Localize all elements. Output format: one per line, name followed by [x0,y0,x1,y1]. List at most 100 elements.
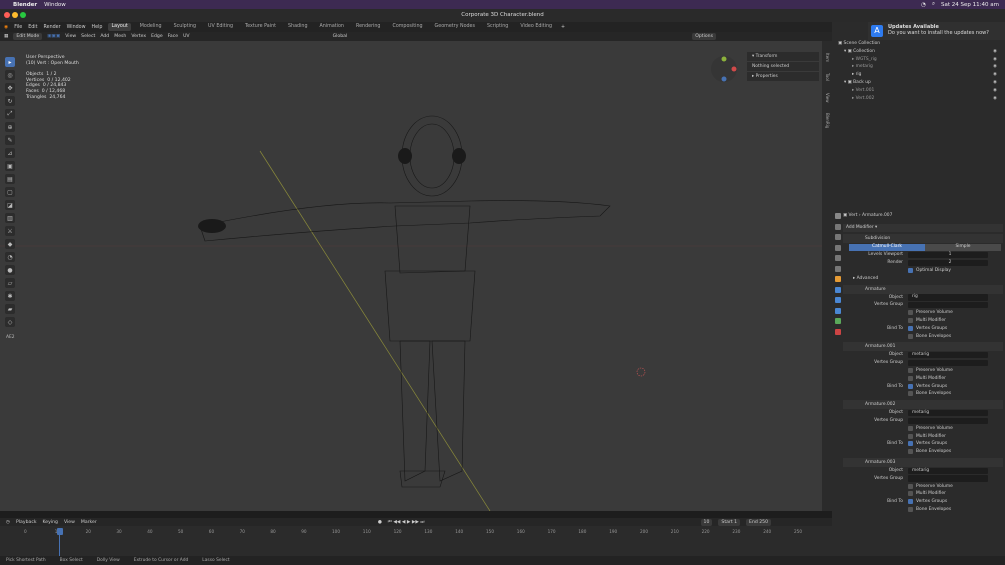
data-tab-icon[interactable] [835,318,841,324]
multi-modifier-row[interactable]: Multi Modifier [843,375,1003,383]
menu-view[interactable]: View [65,34,76,39]
multi-modifier-row[interactable]: Multi Modifier [843,490,1003,498]
select-tool-icon[interactable]: ▸ [5,57,15,67]
levels-viewport-field[interactable]: 1 [908,251,988,259]
tab-item[interactable]: Item [825,53,830,62]
tab-tool[interactable]: Tool [825,73,830,81]
menu-help[interactable]: Help [92,25,103,30]
play-controls[interactable]: ⏮ ◀◀ ◀ ▶ ▶▶ ⏭ [388,519,425,525]
outliner-row[interactable]: ▾ ▣ Back up ◉ [838,79,1003,87]
wifi-icon[interactable]: ◔ [921,2,926,8]
object-field[interactable]: rig [908,294,988,301]
preserve-volume-checkbox[interactable] [908,367,913,373]
preserve-volume-row[interactable]: Preserve Volume [843,309,1003,317]
zoom-window-button[interactable] [20,12,26,18]
menu-vertex[interactable]: Vertex [131,34,146,39]
start-frame-field[interactable]: Start 1 [718,518,741,526]
tab-blenrig[interactable]: BlenRig [825,113,830,128]
preserve-volume-row[interactable]: Preserve Volume [843,425,1003,433]
close-window-button[interactable] [4,12,10,18]
knife-tool-icon[interactable]: ⚔ [5,226,15,236]
tab-sculpting[interactable]: Sculpting [171,23,199,31]
vertex-group-field[interactable] [908,475,988,482]
loop-cut-tool-icon[interactable]: ▥ [5,213,15,223]
transform-tool-icon[interactable]: ⊕ [5,122,15,132]
timeline-ruler[interactable]: 0102030405060708090100110120130140150160… [0,529,832,537]
menu-add[interactable]: Add [100,34,109,39]
clock-icon[interactable]: ◷ [6,520,10,525]
eye-icon[interactable]: ◉ [993,87,997,95]
modifier-header[interactable]: Armature.003 [843,457,1003,467]
bone-envelopes-row[interactable]: Bone Envelopes [843,390,1003,398]
eye-icon[interactable]: ◉ [993,79,997,87]
inset-tool-icon[interactable]: ▢ [5,187,15,197]
object-field[interactable]: metarig [908,409,988,417]
eye-icon[interactable]: ◉ [993,95,997,103]
preserve-volume-row[interactable]: Preserve Volume [843,367,1003,375]
eye-icon[interactable]: ◉ [993,71,997,79]
vertex-group-field[interactable] [908,359,988,367]
outliner-row[interactable]: ▾ ▣ Collection ◉ [838,48,1003,56]
current-frame-field[interactable]: 10 [700,518,713,526]
poly-build-tool-icon[interactable]: ◆ [5,239,15,249]
multi-modifier-checkbox[interactable] [908,491,913,497]
menu-playback[interactable]: Playback [16,520,37,525]
tab-geometry-nodes[interactable]: Geometry Nodes [432,23,478,31]
bone-envelopes-checkbox[interactable] [908,391,913,397]
preserve-volume-row[interactable]: Preserve Volume [843,483,1003,491]
simple-button[interactable]: Simple [925,244,1001,251]
material-tab-icon[interactable] [835,328,841,335]
menu-window[interactable]: Window [67,25,86,30]
blender-logo-icon[interactable]: ◉ [4,25,8,30]
datetime[interactable]: Sat 24 Sep 11:40 am [941,2,999,8]
tab-layout[interactable]: Layout [108,23,131,31]
tab-shading[interactable]: Shading [285,23,311,31]
preserve-volume-checkbox[interactable] [908,483,913,489]
minimize-window-button[interactable] [12,12,18,18]
select-mode-icons[interactable]: ▣▣▣ [47,34,60,39]
tab-uv-editing[interactable]: UV Editing [205,23,236,31]
tab-compositing[interactable]: Compositing [389,23,425,31]
preserve-volume-checkbox[interactable] [908,425,913,431]
cursor-tool-icon[interactable]: ◎ [5,70,15,80]
render-tab-icon[interactable] [835,223,841,230]
eye-icon[interactable]: ◉ [993,48,997,56]
editor-type-icon[interactable]: ▦ [4,34,8,39]
transform-panel[interactable]: ▾ Transform [747,52,819,61]
vertex-group-field[interactable] [908,417,988,425]
object-field[interactable]: metarig [908,467,988,475]
view-layer-tab-icon[interactable] [835,244,841,251]
modifier-header[interactable]: Armature.001 [843,342,1003,352]
vertex-groups-checkbox[interactable] [908,441,913,447]
properties-panel[interactable]: ▸ Properties [747,72,819,81]
smooth-tool-icon[interactable]: ● [5,265,15,275]
tab-rendering[interactable]: Rendering [353,23,384,31]
scene-tab-icon[interactable] [835,255,841,261]
vertex-group-field[interactable] [908,301,988,309]
menu-window[interactable]: Window [44,2,66,8]
render-levels-field[interactable]: 2 [908,259,988,267]
menu-select[interactable]: Select [81,34,95,39]
menu-face[interactable]: Face [168,34,178,39]
search-icon[interactable]: ⌕ [932,1,935,8]
record-icon[interactable]: ● [378,520,382,525]
options-button[interactable]: Options [692,33,716,40]
vertex-groups-checkbox[interactable] [908,325,913,331]
menu-edge[interactable]: Edge [151,34,163,39]
spin-tool-icon[interactable]: ◔ [5,252,15,262]
bone-envelopes-row[interactable]: Bone Envelopes [843,448,1003,456]
add-workspace-icon[interactable]: + [561,25,565,30]
rotate-tool-icon[interactable]: ↻ [5,96,15,106]
shrink-tool-icon[interactable]: ✱ [5,291,15,301]
advanced-panel[interactable]: ▸ Advanced [843,275,1003,283]
mode-select[interactable]: Edit Mode [13,33,43,40]
add-modifier-button[interactable]: Add Modifier ▾ [843,223,1003,232]
outliner-row[interactable]: ▸ metarig ◉ [838,63,1003,71]
bind-vertex-groups-row[interactable]: Bind To Vertex Groups [843,383,1003,391]
bone-envelopes-row[interactable]: Bone Envelopes [843,333,1003,341]
tool-tab-icon[interactable] [835,213,841,219]
measure-tool-icon[interactable]: ⊿ [5,148,15,158]
tab-video-editing[interactable]: Video Editing [517,23,555,31]
optimal-display-row[interactable]: Optimal Display [843,267,1003,275]
menu-uv[interactable]: UV [183,34,190,39]
